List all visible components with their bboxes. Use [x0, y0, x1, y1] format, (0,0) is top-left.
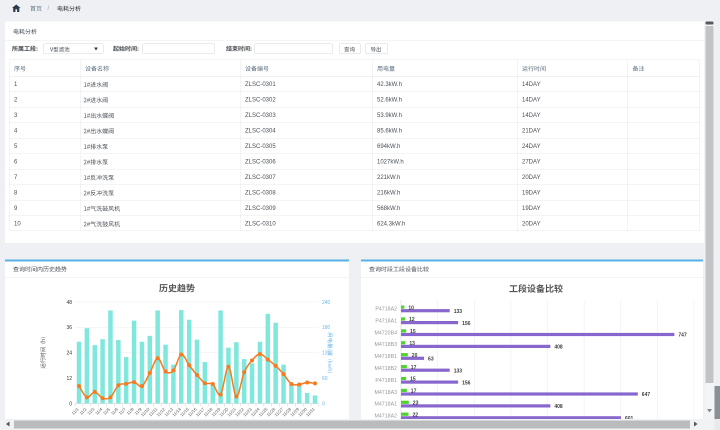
svg-text:15: 15	[410, 377, 416, 383]
svg-text:M4718B3: M4718B3	[375, 342, 398, 348]
svg-text:17: 17	[411, 365, 417, 371]
svg-text:22: 22	[413, 412, 419, 418]
svg-text:11/31: 11/31	[305, 406, 316, 417]
svg-text:M4718B1: M4718B1	[375, 354, 398, 360]
svg-text:240: 240	[322, 300, 331, 306]
svg-text:408: 408	[554, 345, 563, 351]
svg-text:M4718B2: M4718B2	[375, 366, 398, 372]
svg-text:11/7: 11/7	[118, 406, 128, 416]
svg-text:20: 20	[412, 353, 418, 359]
svg-text:60: 60	[322, 376, 328, 382]
svg-text:747: 747	[678, 333, 687, 339]
svg-text:180: 180	[322, 325, 331, 331]
svg-text:48: 48	[66, 300, 72, 306]
svg-text:11/3: 11/3	[86, 406, 96, 416]
svg-text:11/2: 11/2	[78, 406, 88, 416]
svg-text:133: 133	[454, 368, 463, 374]
svg-text:M4718A1: M4718A1	[375, 402, 398, 408]
svg-text:24: 24	[66, 351, 72, 357]
svg-text:11/6: 11/6	[110, 406, 120, 416]
svg-text:647: 647	[642, 392, 651, 398]
svg-text:11/4: 11/4	[94, 406, 104, 416]
svg-text:12: 12	[409, 317, 415, 323]
svg-text:36: 36	[66, 325, 72, 331]
svg-text:P4718A2: P4718A2	[375, 307, 397, 313]
svg-text:M4720B4: M4720B4	[375, 330, 398, 336]
svg-text:156: 156	[462, 380, 471, 386]
svg-text:408: 408	[554, 404, 563, 410]
svg-text:17: 17	[411, 389, 417, 395]
svg-text:23: 23	[413, 400, 419, 406]
svg-text:P4718B1: P4718B1	[375, 378, 397, 384]
svg-text:10: 10	[408, 305, 414, 311]
svg-text:133: 133	[454, 309, 463, 315]
svg-text:156: 156	[462, 321, 471, 327]
svg-text:0: 0	[69, 401, 72, 407]
svg-text:11/1: 11/1	[71, 406, 81, 416]
svg-text:12: 12	[66, 376, 72, 382]
svg-text:M4718A3: M4718A3	[375, 390, 398, 396]
svg-text:P4718A1: P4718A1	[375, 318, 397, 324]
svg-text:11/5: 11/5	[102, 406, 112, 416]
svg-text:0: 0	[322, 401, 325, 407]
svg-text:15: 15	[410, 329, 416, 335]
svg-text:63: 63	[428, 356, 434, 362]
svg-text:11/8: 11/8	[126, 406, 136, 416]
svg-text:13: 13	[409, 341, 415, 347]
